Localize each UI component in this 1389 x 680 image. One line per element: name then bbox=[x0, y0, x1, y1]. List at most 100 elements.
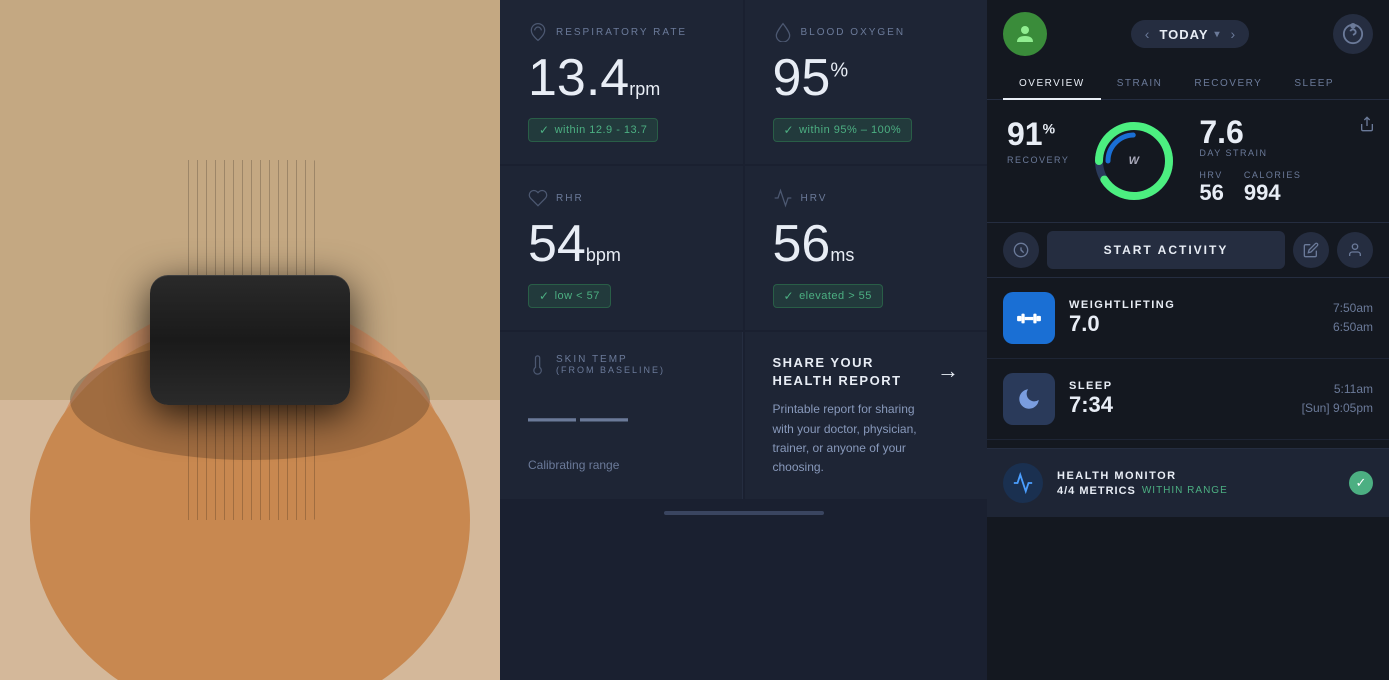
sleep-info: SLEEP 7:34 bbox=[1069, 380, 1288, 418]
respiratory-rate-badge: ✓ within 12.9 - 13.7 bbox=[528, 118, 658, 142]
hrv-small-label: HRV bbox=[1199, 170, 1223, 180]
sidebar-header: ‹ TODAY ▾ › bbox=[987, 0, 1389, 68]
calories-block: CALORIES 994 bbox=[1244, 170, 1302, 206]
health-monitor-name: HEALTH MONITOR bbox=[1057, 470, 1335, 482]
share-arrow-icon[interactable]: → bbox=[937, 358, 959, 384]
respiratory-rate-value: 13.4rpm bbox=[528, 52, 715, 104]
sidebar: ‹ TODAY ▾ › OVERVIEW STRAIN RECOVERY SLE… bbox=[987, 0, 1389, 680]
share-report-card[interactable]: SHARE YOURHEALTH REPORT Printable report… bbox=[745, 332, 988, 499]
strain-calories-section: 7.6 DAY STRAIN HRV 56 CALORIES 994 bbox=[1199, 116, 1369, 206]
avatar bbox=[1003, 12, 1047, 56]
check-icon: ✓ bbox=[539, 289, 550, 303]
date-nav-control[interactable]: ‹ TODAY ▾ › bbox=[1131, 20, 1249, 48]
skin-temp-label: SKIN TEMP (FROM BASELINE) bbox=[528, 354, 714, 375]
next-arrow-icon[interactable]: › bbox=[1231, 26, 1236, 42]
bottom-metrics-grid: SKIN TEMP (FROM BASELINE) —— Calibrating… bbox=[500, 332, 987, 499]
chevron-down-icon: ▾ bbox=[1215, 29, 1221, 40]
rhr-card: RHR 54bpm ✓ low < 57 bbox=[500, 166, 743, 330]
scroll-indicator bbox=[500, 499, 987, 527]
hrv-badge: ✓ elevated > 55 bbox=[773, 284, 883, 308]
health-monitor-status: 4/4 METRICS WITHIN RANGE bbox=[1057, 485, 1335, 497]
respiratory-rate-label: RESPIRATORY RATE bbox=[528, 22, 715, 42]
day-strain-value: 7.6 bbox=[1199, 116, 1369, 148]
hrv-card: HRV 56ms ✓ elevated > 55 bbox=[745, 166, 988, 330]
weightlifting-info: WEIGHTLIFTING 7.0 bbox=[1069, 299, 1319, 337]
middle-metrics-grid: RHR 54bpm ✓ low < 57 HRV 56ms ✓ ele bbox=[500, 166, 987, 330]
respiratory-rate-card: RESPIRATORY RATE 13.4rpm ✓ within 12.9 -… bbox=[500, 0, 743, 164]
rhr-badge: ✓ low < 57 bbox=[528, 284, 611, 308]
weightlifting-strain: 7.0 bbox=[1069, 311, 1319, 337]
recovery-section: 91% RECOVERY bbox=[1007, 116, 1069, 165]
sleep-activity-item[interactable]: SLEEP 7:34 5:11am [Sun] 9:05pm bbox=[987, 359, 1389, 440]
scroll-bar bbox=[664, 511, 824, 515]
band-body bbox=[150, 275, 350, 405]
weightlifting-name: WEIGHTLIFTING bbox=[1069, 299, 1319, 311]
whoop-band: WHOOP bbox=[150, 160, 350, 520]
person-button[interactable] bbox=[1337, 232, 1373, 268]
band-top-strap bbox=[180, 160, 320, 280]
health-monitor-info: HEALTH MONITOR 4/4 METRICS WITHIN RANGE bbox=[1057, 470, 1335, 497]
hrv-small-value: 56 bbox=[1199, 180, 1223, 205]
rhr-value: 54bpm bbox=[528, 218, 715, 270]
calories-label: CALORIES bbox=[1244, 170, 1302, 180]
sleep-duration: 7:34 bbox=[1069, 392, 1288, 418]
blood-oxygen-label: BLOOD OXYGEN bbox=[773, 22, 960, 42]
tab-navigation: OVERVIEW STRAIN RECOVERY SLEEP bbox=[987, 68, 1389, 100]
recovery-percent: 91% bbox=[1007, 116, 1069, 153]
sleep-icon-badge bbox=[1003, 373, 1055, 425]
calories-value: 994 bbox=[1244, 180, 1281, 205]
weightlifting-icon-badge bbox=[1003, 292, 1055, 344]
skin-temp-card: SKIN TEMP (FROM BASELINE) —— Calibrating… bbox=[500, 332, 743, 499]
hrv-value: 56ms bbox=[773, 218, 960, 270]
donut-logo: W bbox=[1129, 155, 1140, 167]
rhr-label: RHR bbox=[528, 188, 715, 208]
blood-oxygen-card: BLOOD OXYGEN 95% ✓ within 95% – 100% bbox=[745, 0, 988, 164]
calibrating-text: Calibrating range bbox=[528, 458, 714, 472]
recovery-label: RECOVERY bbox=[1007, 155, 1069, 165]
photo-panel: WHOOP bbox=[0, 0, 500, 680]
hrv-calories-row: HRV 56 CALORIES 994 bbox=[1199, 170, 1369, 206]
skin-temp-dashes: —— bbox=[528, 389, 714, 444]
health-monitor-check-icon: ✓ bbox=[1349, 471, 1373, 495]
hrv-block: HRV 56 bbox=[1199, 170, 1223, 206]
tab-overview[interactable]: OVERVIEW bbox=[1003, 68, 1101, 99]
prev-arrow-icon[interactable]: ‹ bbox=[1145, 26, 1150, 42]
donut-chart: W bbox=[1089, 116, 1179, 206]
health-monitor-range: WITHIN RANGE bbox=[1142, 485, 1228, 496]
tab-sleep[interactable]: SLEEP bbox=[1278, 68, 1350, 99]
share-description: Printable report for sharing with your d… bbox=[773, 400, 922, 477]
weightlifting-activity-item[interactable]: WEIGHTLIFTING 7.0 7:50am 6:50am bbox=[987, 278, 1389, 359]
check-icon: ✓ bbox=[539, 123, 550, 137]
nav-date-label: TODAY ▾ bbox=[1159, 27, 1220, 42]
metrics-summary-container: 91% RECOVERY W 7.6 bbox=[987, 100, 1389, 222]
check-icon: ✓ bbox=[784, 123, 795, 137]
metrics-panel: RESPIRATORY RATE 13.4rpm ✓ within 12.9 -… bbox=[500, 0, 987, 680]
share-content: SHARE YOURHEALTH REPORT Printable report… bbox=[773, 354, 922, 477]
band-bottom-strap bbox=[180, 400, 320, 520]
health-monitor-bar[interactable]: HEALTH MONITOR 4/4 METRICS WITHIN RANGE … bbox=[987, 448, 1389, 517]
blood-oxygen-badge: ✓ within 95% – 100% bbox=[773, 118, 913, 142]
start-activity-button[interactable]: START ACTIVITY bbox=[1047, 231, 1285, 269]
action-bar: START ACTIVITY bbox=[987, 222, 1389, 278]
help-button[interactable] bbox=[1333, 14, 1373, 54]
metrics-summary: 91% RECOVERY W 7.6 bbox=[987, 100, 1389, 222]
share-title: SHARE YOURHEALTH REPORT bbox=[773, 354, 922, 390]
wrist-photo: WHOOP bbox=[0, 0, 500, 680]
tab-strain[interactable]: STRAIN bbox=[1101, 68, 1179, 99]
weightlifting-time: 7:50am 6:50am bbox=[1333, 299, 1373, 337]
health-monitor-icon bbox=[1003, 463, 1043, 503]
day-strain-label: DAY STRAIN bbox=[1199, 148, 1369, 158]
check-icon: ✓ bbox=[784, 289, 795, 303]
sleep-time: 5:11am [Sun] 9:05pm bbox=[1302, 380, 1373, 418]
expand-button[interactable] bbox=[1003, 232, 1039, 268]
share-icon[interactable] bbox=[1359, 116, 1375, 137]
tab-recovery[interactable]: RECOVERY bbox=[1178, 68, 1278, 99]
top-metrics-grid: RESPIRATORY RATE 13.4rpm ✓ within 12.9 -… bbox=[500, 0, 987, 164]
sleep-name: SLEEP bbox=[1069, 380, 1288, 392]
edit-button[interactable] bbox=[1293, 232, 1329, 268]
activity-list: WEIGHTLIFTING 7.0 7:50am 6:50am SLEEP 7:… bbox=[987, 278, 1389, 448]
blood-oxygen-value: 95% bbox=[773, 52, 960, 104]
health-monitor-metrics: 4/4 METRICS bbox=[1057, 485, 1136, 497]
donut-center: W bbox=[1129, 155, 1140, 167]
hrv-label: HRV bbox=[773, 188, 960, 208]
